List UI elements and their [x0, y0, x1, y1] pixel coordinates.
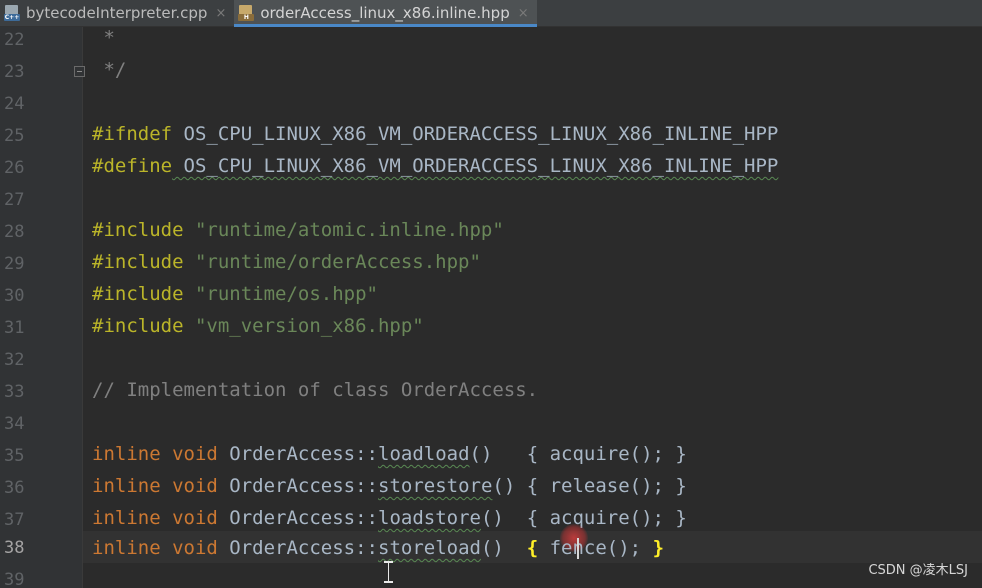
- tab-label: orderAccess_linux_x86.inline.hpp: [260, 4, 510, 22]
- tab-bytecodeinterpreter-cpp[interactable]: C++ bytecodeInterpreter.cpp ×: [0, 0, 234, 26]
- code-line-25[interactable]: #ifndef OS_CPU_LINUX_X86_VM_ORDERACCESS_…: [92, 118, 778, 150]
- line-number: 26: [4, 158, 25, 178]
- code-line-31[interactable]: #include "vm_version_x86.hpp": [92, 310, 424, 342]
- code-line-37[interactable]: inline void OrderAccess::loadstore() { a…: [92, 502, 687, 534]
- line-number: 29: [4, 254, 25, 274]
- line-number: 23: [4, 62, 25, 82]
- line-number: 39: [4, 570, 25, 588]
- code-line-35[interactable]: inline void OrderAccess::loadload() { ac…: [92, 438, 687, 470]
- fold-toggle-icon[interactable]: [74, 66, 85, 77]
- line-number: 31: [4, 318, 25, 338]
- text-caret: [577, 538, 579, 559]
- header-file-icon: H: [238, 5, 255, 21]
- code-line-33[interactable]: // Implementation of class OrderAccess.: [92, 374, 538, 406]
- watermark: CSDN @凌木LSJ: [868, 563, 968, 578]
- close-icon[interactable]: ×: [215, 6, 226, 21]
- cpp-file-icon: C++: [4, 5, 20, 21]
- code-line-30[interactable]: #include "runtime/os.hpp": [92, 278, 378, 310]
- code-line-29[interactable]: #include "runtime/orderAccess.hpp": [92, 246, 481, 278]
- code-line-22[interactable]: *: [92, 22, 114, 54]
- line-number-current: 38: [4, 538, 25, 558]
- code-line-36[interactable]: inline void OrderAccess::storestore() { …: [92, 470, 687, 502]
- line-number: 22: [4, 30, 25, 50]
- line-number: 35: [4, 446, 25, 466]
- code-line-26[interactable]: #define OS_CPU_LINUX_X86_VM_ORDERACCESS_…: [92, 150, 778, 182]
- close-icon[interactable]: ×: [518, 6, 529, 21]
- ide-window: C++ bytecodeInterpreter.cpp × H orderAcc…: [0, 0, 982, 588]
- line-number: 25: [4, 126, 25, 146]
- line-number: 30: [4, 286, 25, 306]
- line-number: 24: [4, 94, 25, 114]
- tab-orderaccess-linux-x86-inline-hpp[interactable]: H orderAccess_linux_x86.inline.hpp ×: [234, 0, 537, 27]
- code-line-23[interactable]: */: [92, 54, 126, 86]
- mouse-cursor-icon: [384, 561, 393, 583]
- editor-tab-bar: C++ bytecodeInterpreter.cpp × H orderAcc…: [0, 0, 982, 27]
- line-number: 32: [4, 350, 25, 370]
- line-number: 36: [4, 478, 25, 498]
- line-number: 28: [4, 222, 25, 242]
- line-number: 27: [4, 190, 25, 210]
- line-number: 33: [4, 382, 25, 402]
- code-line-28[interactable]: #include "runtime/atomic.inline.hpp": [92, 214, 504, 246]
- tab-label: bytecodeInterpreter.cpp: [26, 4, 208, 22]
- line-number: 34: [4, 414, 25, 434]
